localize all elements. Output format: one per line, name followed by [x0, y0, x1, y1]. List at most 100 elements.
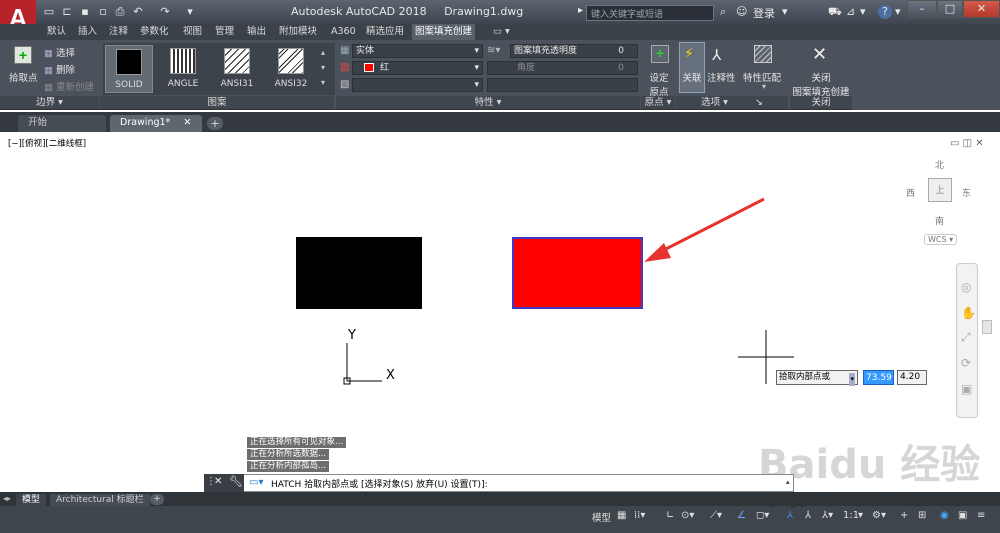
vertical-scrollbar-thumb[interactable]: [982, 320, 992, 334]
close-window-button[interactable]: ✕: [963, 0, 1000, 18]
plus-icon[interactable]: +: [900, 510, 908, 521]
save-as-icon[interactable]: ▫: [96, 5, 110, 19]
viewcube-west[interactable]: 西: [906, 186, 915, 199]
search-expand-icon[interactable]: ▸: [578, 5, 583, 16]
snap-icon[interactable]: ⁞⁞▾: [634, 510, 645, 521]
close-icon[interactable]: ✕: [812, 44, 827, 65]
clean-screen-icon[interactable]: ▣: [958, 510, 967, 521]
tab-a360[interactable]: A360: [328, 24, 359, 40]
zoom-extents-icon[interactable]: ⤢: [961, 330, 971, 345]
select-button[interactable]: ▦ 选择: [44, 45, 75, 59]
transparency-field[interactable]: 图案填充透明度 0: [510, 44, 638, 58]
command-icon[interactable]: ▭▾: [249, 477, 263, 488]
options-panel-title[interactable]: 选项 ▾ ↘: [676, 96, 788, 109]
command-line-text[interactable]: HATCH 拾取内部点或 [选择对象(S) 放弃(U) 设置(T)]:: [271, 477, 488, 490]
customize-quick-access-icon[interactable]: ▾: [183, 5, 197, 19]
tab-featured-apps[interactable]: 精选应用: [363, 24, 407, 40]
open-file-icon[interactable]: ⊏: [60, 5, 74, 19]
red-hatch-rectangle[interactable]: [512, 237, 643, 309]
help-icon[interactable]: ?: [878, 5, 892, 19]
pattern-ansi31[interactable]: ANSI31: [213, 45, 261, 93]
pattern-solid[interactable]: SOLID: [105, 45, 153, 93]
annotative-icon[interactable]: ⅄: [712, 46, 721, 64]
recreate-button[interactable]: ▦ 重新创建: [44, 79, 94, 93]
dynamic-y-input[interactable]: 4.20: [897, 370, 927, 385]
pattern-ansi32[interactable]: ANSI32: [267, 45, 315, 93]
user-icon[interactable]: ☺: [736, 5, 747, 18]
viewport-window-controls[interactable]: ▭ ◫ ✕: [950, 138, 984, 149]
tab-model[interactable]: 模型: [16, 494, 47, 506]
a360-icon[interactable]: ⊿: [846, 5, 855, 18]
gallery-scroll[interactable]: ▴ ▾ ▾: [321, 45, 325, 90]
hardware-acceleration-icon[interactable]: ◉: [940, 510, 949, 521]
ribbon-display-toggle-icon[interactable]: ▭ ▾: [490, 24, 513, 40]
tab-layout-architectural[interactable]: Architectural 标题栏: [50, 494, 150, 506]
chevron-down-icon[interactable]: ▾: [782, 5, 788, 18]
chevron-down-icon[interactable]: ▾: [762, 82, 766, 91]
isodraft-icon[interactable]: ⟋▾: [710, 510, 722, 521]
properties-panel-title[interactable]: 特性 ▾: [336, 96, 640, 109]
wrench-icon[interactable]: 🔧︎: [229, 475, 243, 488]
pan-icon[interactable]: ✋: [961, 306, 976, 320]
tab-addins[interactable]: 附加模块: [276, 24, 320, 40]
annotation-scale-icon[interactable]: ⅄▾: [822, 510, 833, 521]
tab-view[interactable]: 视图: [180, 24, 205, 40]
print-icon[interactable]: ⎙: [113, 5, 127, 19]
sign-in-link[interactable]: 登录: [753, 5, 775, 21]
undo-icon[interactable]: ↶: [131, 5, 145, 19]
steering-wheel-icon[interactable]: ◎: [961, 280, 971, 294]
showmotion-icon[interactable]: ▣: [961, 382, 972, 396]
tab-insert[interactable]: 插入: [75, 24, 100, 40]
wcs-menu[interactable]: WCS ▾: [924, 234, 958, 245]
chevron-down-icon[interactable]: ▾: [860, 5, 866, 18]
set-origin-icon[interactable]: +: [651, 45, 669, 63]
new-tab-button[interactable]: +: [207, 117, 223, 130]
chevron-down-icon[interactable]: ▾: [895, 5, 901, 18]
tab-parametric[interactable]: 参数化: [137, 24, 172, 40]
object-snap-icon[interactable]: ◻▾: [756, 510, 769, 521]
object-snap-tracking-icon[interactable]: ∠: [737, 510, 746, 521]
annotation-visibility-icon[interactable]: ⅄: [787, 510, 793, 521]
viewcube-east[interactable]: 东: [962, 186, 971, 199]
close-command-line-icon[interactable]: ✕: [214, 476, 222, 487]
set-origin-button[interactable]: 设定 原点: [645, 70, 673, 98]
viewcube-north[interactable]: 北: [935, 158, 944, 171]
tab-default[interactable]: 默认: [44, 24, 69, 40]
grid-icon[interactable]: ▦: [617, 510, 626, 521]
close-tab-icon[interactable]: ✕: [183, 117, 191, 128]
origin-panel-title[interactable]: 原点 ▾: [641, 96, 675, 109]
scale-field[interactable]: [487, 78, 638, 92]
maximize-button[interactable]: □: [937, 0, 963, 18]
orbit-icon[interactable]: ⟳: [961, 356, 971, 370]
arrow-down-icon[interactable]: ▾: [849, 373, 855, 386]
save-icon[interactable]: ▪: [78, 5, 92, 19]
hatch-color-select[interactable]: 红 ▾: [352, 61, 483, 75]
customization-menu-icon[interactable]: ≡: [977, 510, 985, 521]
tab-output[interactable]: 输出: [244, 24, 269, 40]
isolate-objects-icon[interactable]: ⊞: [918, 510, 926, 521]
hatch-type-select[interactable]: 实体 ▾: [352, 44, 483, 58]
redo-icon[interactable]: ↷: [158, 5, 172, 19]
auto-scale-icon[interactable]: ⅄: [805, 510, 811, 521]
search-input[interactable]: 键入关键字或短语: [586, 5, 714, 21]
tab-drawing1[interactable]: Drawing1* ✕: [110, 115, 202, 132]
tab-scroll-icon[interactable]: ◂▸: [3, 494, 11, 503]
new-layout-button[interactable]: +: [150, 494, 164, 505]
tab-hatch-creation[interactable]: 图案填充创建: [412, 24, 476, 40]
viewcube-top-face[interactable]: 上: [928, 178, 952, 202]
minimize-button[interactable]: –: [907, 0, 937, 18]
tab-annotate[interactable]: 注释: [106, 24, 131, 40]
angle-field[interactable]: 角度 0: [487, 61, 638, 75]
workspace-gear-icon[interactable]: ⚙▾: [872, 510, 886, 521]
black-hatch-rectangle[interactable]: [296, 237, 422, 309]
background-color-select[interactable]: ▾: [352, 78, 483, 92]
annotative-button[interactable]: 注释性: [707, 70, 736, 84]
viewcube-south[interactable]: 南: [935, 214, 944, 227]
dynamic-x-input[interactable]: 73.59: [863, 370, 894, 385]
pattern-angle[interactable]: ANGLE: [159, 45, 207, 93]
pick-points-button[interactable]: 拾取点: [9, 70, 38, 84]
viewport-controls-label[interactable]: [−][俯视][二维线框]: [8, 137, 86, 149]
annotation-scale-value[interactable]: 1:1: [843, 510, 859, 521]
search-icon[interactable]: ⌕: [720, 5, 726, 19]
chevron-down-icon[interactable]: ▾: [858, 510, 863, 521]
